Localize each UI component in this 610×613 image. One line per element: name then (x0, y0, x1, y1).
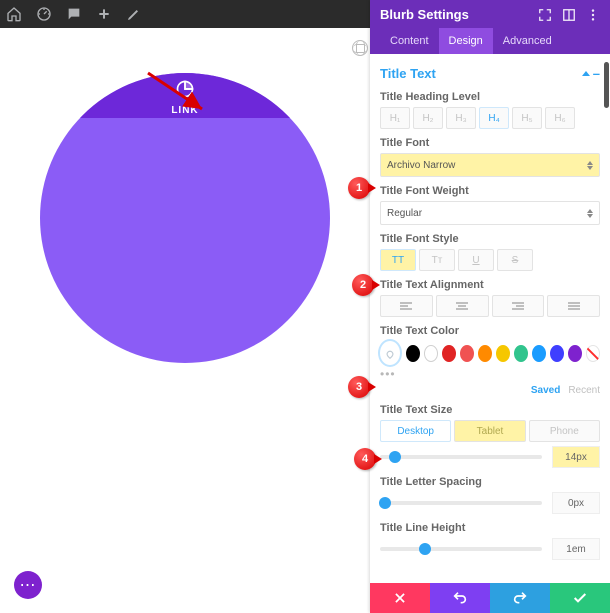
select-caret-icon (587, 209, 593, 218)
title-font-select[interactable]: Archivo Narrow (380, 153, 600, 177)
section-title-text[interactable]: Title Text – (380, 66, 600, 81)
heading-h1[interactable]: H₁ (380, 107, 410, 129)
color-tab-saved[interactable]: Saved (531, 385, 560, 396)
font-weight-select[interactable]: Regular (380, 201, 600, 225)
tab-design[interactable]: Design (439, 28, 493, 54)
swatch-purple[interactable] (568, 345, 582, 362)
color-swatches (380, 341, 600, 365)
lineheight-value[interactable]: 1em (552, 538, 600, 560)
lineheight-slider[interactable] (380, 547, 542, 551)
more-colors-icon[interactable]: ••• (380, 367, 600, 381)
size-value[interactable]: 14px (552, 446, 600, 468)
swatch-none[interactable] (586, 345, 600, 362)
swatch-blue[interactable] (532, 345, 546, 362)
swatch-lightred[interactable] (460, 345, 474, 362)
label-heading-level: Title Heading Level (380, 91, 600, 103)
style-smallcaps[interactable]: Tᴛ (419, 249, 455, 271)
panel-title: Blurb Settings (380, 7, 469, 22)
align-group (380, 295, 600, 317)
label-letter-spacing: Title Letter Spacing (380, 476, 600, 488)
kebab-icon[interactable] (586, 8, 600, 22)
dashboard-icon[interactable] (36, 6, 52, 22)
discard-button[interactable] (370, 583, 430, 613)
panel-body: Title Text – Title Heading Level H₁ H₂ H… (370, 54, 610, 583)
comment-icon[interactable] (66, 6, 82, 22)
device-tablet[interactable]: Tablet (454, 420, 525, 442)
redo-button[interactable] (490, 583, 550, 613)
blurb-preview[interactable]: LINK (40, 73, 330, 363)
heading-level-group: H₁ H₂ H₃ H₄ H₅ H₆ (380, 107, 600, 129)
callout-3: 3 (348, 376, 370, 398)
color-tab-recent[interactable]: Recent (568, 385, 600, 396)
home-icon[interactable] (6, 6, 22, 22)
plus-icon[interactable] (96, 6, 112, 22)
tab-advanced[interactable]: Advanced (493, 28, 562, 54)
save-button[interactable] (550, 583, 610, 613)
label-line-height: Title Line Height (380, 522, 600, 534)
preview-fab[interactable]: ⋯ (14, 571, 42, 599)
callout-4: 4 (354, 448, 376, 470)
letter-slider[interactable] (380, 501, 542, 505)
label-text-size: Title Text Size (380, 404, 600, 416)
color-tabs: Saved Recent (380, 385, 600, 396)
globe-icon[interactable] (352, 40, 368, 56)
settings-panel: Blurb Settings Content Design Advanced T… (370, 0, 610, 613)
device-phone[interactable]: Phone (529, 420, 600, 442)
label-text-color: Title Text Color (380, 325, 600, 337)
scrollbar-thumb[interactable] (604, 62, 609, 108)
align-right[interactable] (492, 295, 545, 317)
panel-header: Blurb Settings Content Design Advanced (370, 0, 610, 54)
align-left[interactable] (380, 295, 433, 317)
swatch-indigo[interactable] (550, 345, 564, 362)
color-picker-button[interactable] (380, 341, 400, 365)
swatch-green[interactable] (514, 345, 528, 362)
callout-1: 1 (348, 177, 370, 199)
swatch-black[interactable] (406, 345, 420, 362)
pencil-icon[interactable] (126, 6, 142, 22)
heading-h5[interactable]: H₅ (512, 107, 542, 129)
label-text-align: Title Text Alignment (380, 279, 600, 291)
heading-h6[interactable]: H₆ (545, 107, 575, 129)
letter-value[interactable]: 0px (552, 492, 600, 514)
callout-2: 2 (352, 274, 374, 296)
label-font-weight: Title Font Weight (380, 185, 600, 197)
swatch-red[interactable] (442, 345, 456, 362)
style-uppercase[interactable]: TT (380, 249, 416, 271)
preview-canvas: LINK ⋯ (0, 28, 370, 613)
columns-icon[interactable] (562, 8, 576, 22)
swatch-orange[interactable] (478, 345, 492, 362)
device-desktop[interactable]: Desktop (380, 420, 451, 442)
size-slider[interactable] (380, 455, 542, 459)
expand-icon[interactable] (538, 8, 552, 22)
panel-footer (370, 583, 610, 613)
style-strikethrough[interactable]: S (497, 249, 533, 271)
align-justify[interactable] (547, 295, 600, 317)
label-title-font: Title Font (380, 137, 600, 149)
heading-h4[interactable]: H₄ (479, 107, 509, 129)
align-center[interactable] (436, 295, 489, 317)
style-underline[interactable]: U (458, 249, 494, 271)
label-font-style: Title Font Style (380, 233, 600, 245)
swatch-yellow[interactable] (496, 345, 510, 362)
swatch-white[interactable] (424, 345, 438, 362)
tab-content[interactable]: Content (380, 28, 439, 54)
heading-h3[interactable]: H₃ (446, 107, 476, 129)
heading-h2[interactable]: H₂ (413, 107, 443, 129)
font-style-group: TT Tᴛ U S (380, 249, 600, 271)
device-tabs: Desktop Tablet Phone (380, 420, 600, 442)
undo-button[interactable] (430, 583, 490, 613)
panel-tabs: Content Design Advanced (380, 28, 600, 54)
annotation-arrow (144, 69, 214, 119)
select-caret-icon (587, 161, 593, 170)
